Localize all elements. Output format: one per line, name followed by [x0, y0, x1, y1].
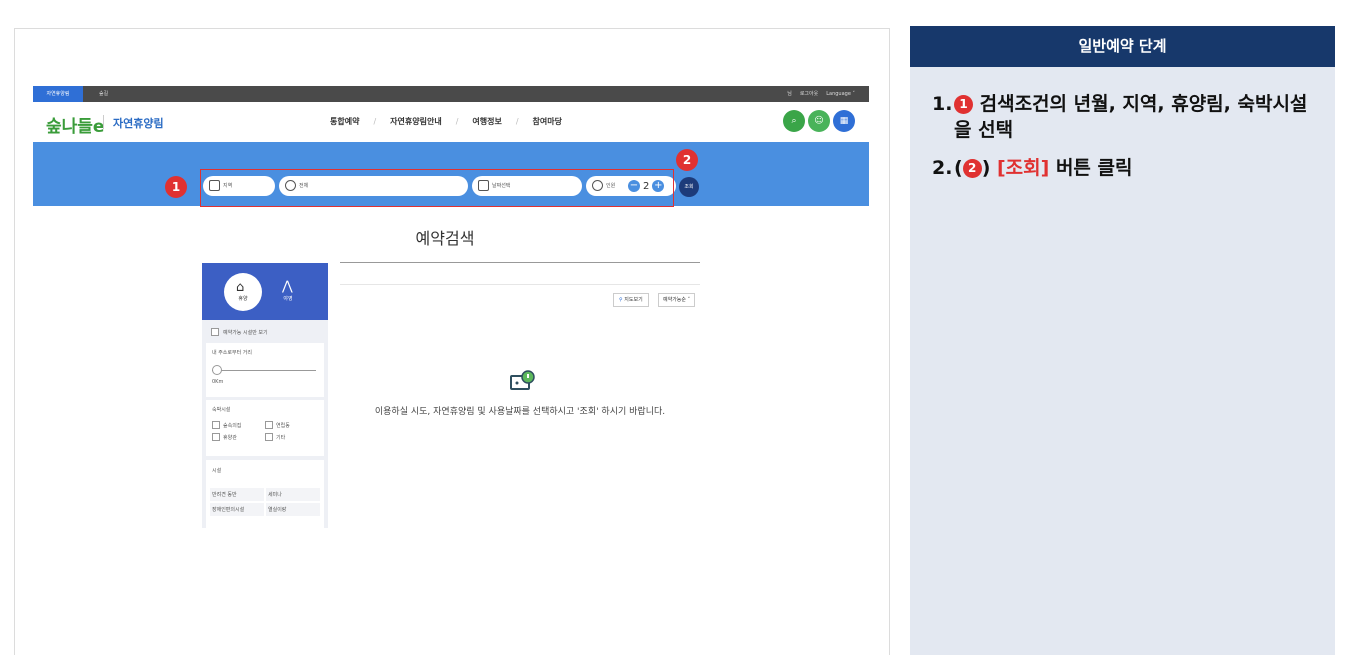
distance-card: 내 주소로부터 거리 0Km: [206, 343, 324, 397]
search-icon[interactable]: ⌕: [783, 110, 805, 132]
step-number: 1.: [932, 93, 953, 115]
step-badge-1: 1: [954, 95, 973, 114]
map-view-button[interactable]: ⚲ 지도보기: [613, 293, 649, 307]
lodging-option[interactable]: 기타: [265, 433, 318, 441]
page-title: 예약검색: [415, 229, 475, 248]
top-right-links: 님 로그아웃 Language ˅: [787, 86, 855, 102]
checkbox[interactable]: [211, 328, 219, 336]
results-divider: [340, 262, 700, 263]
language-select[interactable]: Language ˅: [826, 86, 855, 102]
query-highlight: [조회]: [997, 157, 1050, 179]
empty-result-icon: [510, 370, 535, 390]
panel-title: 일반예약 단계: [910, 26, 1335, 67]
nav-divider: /: [515, 117, 519, 126]
logout-link[interactable]: 로그아웃: [800, 86, 818, 102]
step-badge-2: 2: [962, 159, 982, 178]
facility-label: 시설: [212, 468, 222, 474]
nav-forest-guide[interactable]: 자연휴양림안내: [390, 116, 442, 127]
facility-card: 시설 반려견 동반 세미나 장애인편의시설 열실이랑: [206, 460, 324, 528]
empty-message: 이용하실 시도, 자연휴양림 및 사용날짜를 선택하시고 '조회' 하시기 바랍…: [374, 407, 666, 417]
filter-tabs: ⌂ 휴양 ⋀ 야영: [202, 263, 328, 320]
logo[interactable]: 숲나들e: [46, 112, 104, 137]
house-icon: ⌂: [236, 280, 245, 295]
nav-divider: /: [373, 117, 377, 126]
facility-option[interactable]: 반려견 동반: [210, 488, 264, 501]
tab-forest[interactable]: 자연휴양림: [33, 86, 83, 102]
filter-sidebar: ⌂ 휴양 ⋀ 야영 예약가능 시설만 보기 내 주소로부터 거리 0Km 숙박시…: [202, 263, 328, 528]
instruction-panel: 일반예약 단계 1. 1 검색조건의 년월, 지역, 휴양림, 숙박시설을 선택…: [910, 26, 1335, 655]
site-header: 숲나들e 자연휴양림 통합예약 / 자연휴양림안내 / 여행정보 / 참여마당 …: [33, 102, 869, 142]
distance-slider-track[interactable]: [212, 370, 316, 371]
step-badge-1: 1: [165, 176, 187, 198]
header-icons: ⌕ ☺ ▦: [783, 110, 855, 132]
distance-label: 내 주소로부터 거리: [212, 350, 252, 356]
highlight-box: [200, 169, 674, 207]
step-1: 1. 1 검색조건의 년월, 지역, 휴양림, 숙박시설을 선택: [932, 91, 1313, 143]
main-nav: 통합예약 / 자연휴양림안내 / 여행정보 / 참여마당: [330, 116, 562, 127]
sort-select[interactable]: 예약가능순 ˅: [658, 293, 696, 307]
logo-divider: [103, 115, 104, 129]
nav-divider: /: [455, 117, 459, 126]
logo-text[interactable]: 자연휴양림: [113, 115, 164, 131]
available-only-checkbox[interactable]: 예약가능 시설만 보기: [211, 328, 268, 336]
lodging-option[interactable]: 휴양관: [212, 433, 265, 441]
step-2-text: 버튼 클릭: [1049, 157, 1133, 179]
user-name: 님: [787, 91, 792, 97]
query-button[interactable]: 조회: [679, 177, 699, 197]
facility-option[interactable]: 세미나: [266, 488, 320, 501]
facility-option[interactable]: 장애인편의시설: [210, 503, 264, 516]
nav-integrated-booking[interactable]: 통합예약: [330, 116, 359, 127]
lodging-label: 숙박시설: [212, 407, 231, 413]
tent-icon: ⋀: [282, 279, 293, 294]
lodging-option[interactable]: 숲속의집: [212, 421, 265, 429]
step-badge-2: 2: [676, 149, 698, 171]
tab-recreation[interactable]: ⌂ 휴양: [224, 273, 262, 311]
pin-icon: ⚲: [619, 297, 623, 303]
results-divider: [340, 284, 700, 285]
tab-camping[interactable]: ⋀ 야영: [269, 273, 307, 311]
mypage-icon[interactable]: ☺: [808, 110, 830, 132]
step-list: 1. 1 검색조건의 년월, 지역, 휴양림, 숙박시설을 선택 2. (2) …: [910, 67, 1335, 181]
step-2: 2. (2) [조회] 버튼 클릭: [932, 157, 1133, 179]
lodging-card: 숙박시설 숲속의집 연립동 휴양관 기타: [206, 400, 324, 456]
distance-slider-handle[interactable]: [212, 365, 222, 375]
step-number: 2.: [932, 157, 953, 179]
top-bar: 자연휴양림 숲길 님 로그아웃 Language ˅: [33, 86, 869, 102]
menu-icon[interactable]: ▦: [833, 110, 855, 132]
nav-community[interactable]: 참여마당: [533, 116, 562, 127]
nav-travel-info[interactable]: 여행정보: [472, 116, 501, 127]
facility-option[interactable]: 열실이랑: [266, 503, 320, 516]
lodging-option[interactable]: 연립동: [265, 421, 318, 429]
distance-value: 0Km: [212, 379, 224, 385]
step-1-text: 검색조건의 년월, 지역, 휴양림, 숙박시설을 선택: [954, 93, 1308, 141]
tab-trail[interactable]: 숲길: [99, 86, 108, 102]
